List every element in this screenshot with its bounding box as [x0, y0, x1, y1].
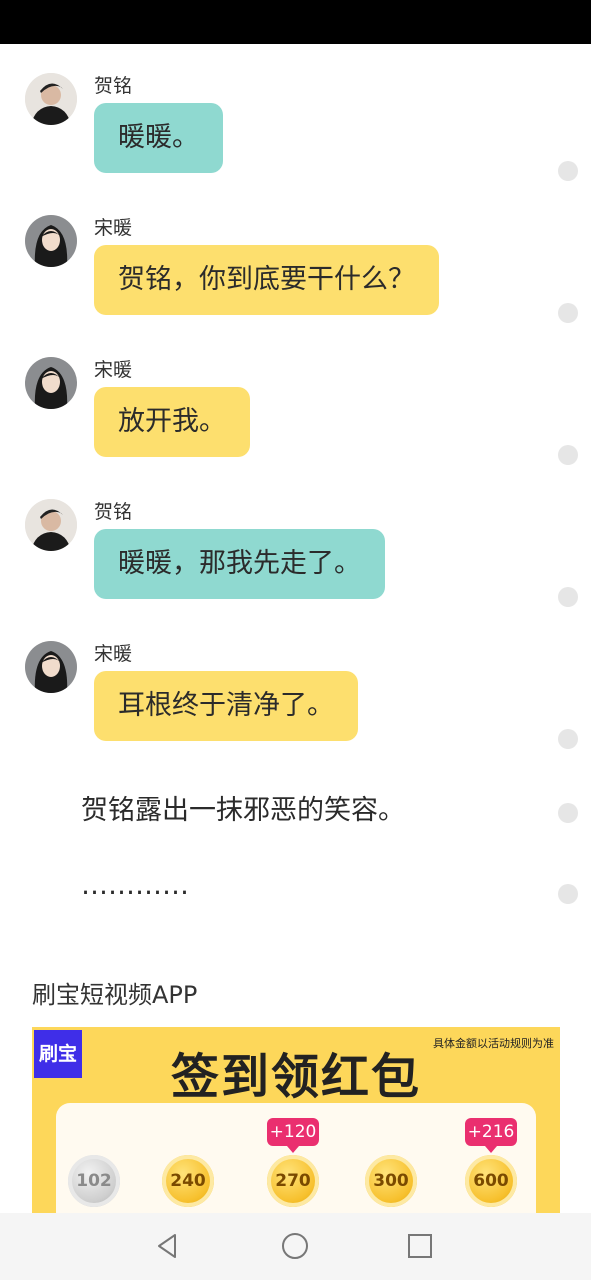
narration-text: 贺铭露出一抹邪恶的笑容。	[81, 795, 405, 826]
message-bubble[interactable]: 暖暖。	[94, 103, 223, 173]
comment-dot[interactable]	[558, 803, 578, 823]
female-avatar[interactable]	[25, 641, 77, 693]
sender-name: 宋暖	[94, 359, 133, 381]
comment-dot[interactable]	[558, 587, 578, 607]
sender-name: 贺铭	[94, 501, 133, 523]
coin-day-3: 270	[267, 1155, 319, 1207]
message-bubble[interactable]: 贺铭，你到底要干什么？	[94, 245, 439, 315]
ad-title[interactable]: 刷宝短视频APP	[32, 975, 197, 1010]
male-avatar[interactable]	[25, 73, 77, 125]
sender-name: 贺铭	[94, 75, 133, 97]
coin-day-4: 300	[365, 1155, 417, 1207]
coin-day-5: 600	[465, 1155, 517, 1207]
comment-dot[interactable]	[558, 729, 578, 749]
coin-day-2: 240	[162, 1155, 214, 1207]
status-bar	[0, 0, 591, 44]
bonus-badge: +216	[465, 1118, 517, 1153]
sender-name: 宋暖	[94, 643, 133, 665]
home-icon[interactable]	[280, 1231, 310, 1261]
message-bubble[interactable]: 暖暖，那我先走了。	[94, 529, 385, 599]
narration-ellipsis: …………	[81, 870, 189, 901]
comment-dot[interactable]	[558, 161, 578, 181]
female-avatar[interactable]	[25, 357, 77, 409]
female-avatar[interactable]	[25, 215, 77, 267]
comment-dot[interactable]	[558, 445, 578, 465]
comment-dot[interactable]	[558, 884, 578, 904]
navigation-bar	[0, 1213, 591, 1280]
bonus-badge: +120	[267, 1118, 319, 1153]
male-avatar[interactable]	[25, 499, 77, 551]
ad-banner[interactable]: 刷宝 签到领红包 具体金额以活动规则为准 102 240 270 300 600…	[32, 1027, 560, 1217]
recents-icon[interactable]	[405, 1231, 435, 1261]
ad-disclaimer: 具体金额以活动规则为准	[433, 1037, 554, 1050]
back-icon[interactable]	[153, 1231, 183, 1261]
message-bubble[interactable]: 耳根终于清净了。	[94, 671, 358, 741]
comment-dot[interactable]	[558, 303, 578, 323]
coin-day-1: 102	[68, 1155, 120, 1207]
message-bubble[interactable]: 放开我。	[94, 387, 250, 457]
sender-name: 宋暖	[94, 217, 133, 239]
